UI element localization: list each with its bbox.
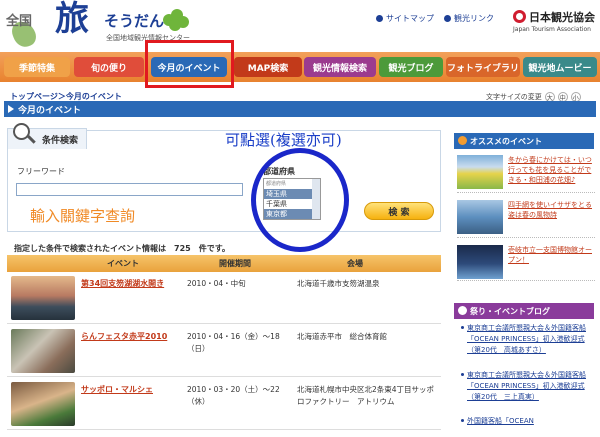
nav-info-search[interactable]: 観光情報検索 <box>304 57 376 77</box>
clover-icon <box>163 9 189 31</box>
freeword-input[interactable] <box>16 183 243 196</box>
magnifier-icon <box>13 123 36 145</box>
event-period: 2010・03・20（土）～22（休） <box>187 385 280 406</box>
logo-tabi[interactable]: 旅 <box>55 2 89 36</box>
global-nav: 季節特集 旬の便り 今月のイベント MAP検索 観光情報検索 観光ブログ フォト… <box>0 52 600 82</box>
event-venue: 北海道赤平市 総合体育館 <box>297 332 387 341</box>
event-link[interactable]: らんフェスタ赤平2010 <box>81 331 167 342</box>
recommend-item[interactable]: 四手網を使いイサザをとる姿は春の風物詩 <box>457 198 595 238</box>
result-count: 指定した条件で検索されたイベント情報は 725 件です。 <box>14 244 230 253</box>
column-header: 会場 <box>347 259 363 268</box>
blog-item[interactable]: 外国籍客船「OCEAN <box>461 416 591 427</box>
arrow-circle-icon <box>376 15 383 22</box>
arrow-circle-icon <box>444 15 451 22</box>
bullet-icon <box>458 136 467 145</box>
logo-soudan[interactable]: そうだん <box>104 10 164 31</box>
event-thumbnail[interactable] <box>11 382 75 426</box>
blog-header: 祭り・イベントブログ <box>454 303 594 319</box>
recommend-thumbnail[interactable] <box>457 245 503 279</box>
header-links: サイトマップ 観光リンク <box>376 13 494 24</box>
sitemap-link[interactable]: サイトマップ <box>376 13 434 24</box>
clickable-annotation: 可點選(複選亦可) <box>225 131 342 149</box>
recommend-thumbnail[interactable] <box>457 155 503 189</box>
site-header: 全国 旅 そうだん 全国地域観光情報センター サイトマップ 観光リンク 日本観光… <box>0 0 600 52</box>
tourism-links-link[interactable]: 観光リンク <box>444 13 494 24</box>
nav-blog[interactable]: 観光ブログ <box>379 57 443 77</box>
table-row: 第34回支笏湖湖水開き 2010・04・中旬 北海道千歳市支笏湖温泉 <box>7 272 441 324</box>
recommend-thumbnail[interactable] <box>457 200 503 234</box>
event-period: 2010・04・16（金）～18（日） <box>187 332 280 353</box>
blog-item[interactable]: 東京商工会議所懇親大会＆外国籍客船「OCEAN PRINCESS」初入港歓迎式（… <box>461 323 591 356</box>
bullet-icon <box>458 306 467 315</box>
event-link[interactable]: 第34回支笏湖湖水開き <box>81 278 164 289</box>
event-link[interactable]: サッポロ・マルシェ <box>81 384 153 395</box>
column-header: 開催期間 <box>219 259 251 268</box>
nav-photo-library[interactable]: フォトライブラリ <box>446 57 520 77</box>
arrow-icon <box>8 105 14 113</box>
logo-zenkoku: 全国 <box>6 14 33 29</box>
table-row: らんフェスタ赤平2010 2010・04・16（金）～18（日） 北海道赤平市 … <box>7 325 441 377</box>
page-title: 今月のイベント <box>4 101 596 117</box>
event-thumbnail[interactable] <box>11 329 75 373</box>
column-header: イベント <box>107 259 139 268</box>
blog-item[interactable]: 東京商工会議所懇親大会＆外国籍客船「OCEAN PRINCESS」初入港歓迎式（… <box>461 370 591 403</box>
highlight-box-annotation <box>145 40 234 88</box>
nav-seasonal-news[interactable]: 旬の便り <box>74 57 144 77</box>
event-venue: 北海道札幌市中央区北2条東4丁目サッポロファクトリー アトリウム <box>297 385 435 406</box>
search-button[interactable]: 検 索 <box>364 202 434 220</box>
recommend-header: オススメのイベント <box>454 133 594 149</box>
event-period: 2010・04・中旬 <box>187 279 246 288</box>
nav-seasonal[interactable]: 季節特集 <box>4 57 70 77</box>
circle-annotation <box>251 148 349 252</box>
nav-map-search[interactable]: MAP検索 <box>234 57 302 77</box>
keyword-annotation: 輸入關鍵字查詢 <box>30 207 136 225</box>
jta-mark-icon <box>513 10 526 23</box>
nav-movie[interactable]: 観光地ムービー <box>523 57 597 77</box>
table-row: サッポロ・マルシェ 2010・03・20（土）～22（休） 北海道札幌市中央区北… <box>7 378 441 430</box>
freeword-label: フリーワード <box>17 167 65 176</box>
event-venue: 北海道千歳市支笏湖温泉 <box>297 279 380 288</box>
event-thumbnail[interactable] <box>11 276 75 320</box>
recommend-item[interactable]: 壱岐市立一支国博物館オープン！ <box>457 243 595 281</box>
recommend-item[interactable]: 冬から春にかけては・いつ行っても花を見ることができる・和田浦の花畑♪ <box>457 153 595 193</box>
table-header: イベント 開催期間 会場 <box>7 255 441 272</box>
